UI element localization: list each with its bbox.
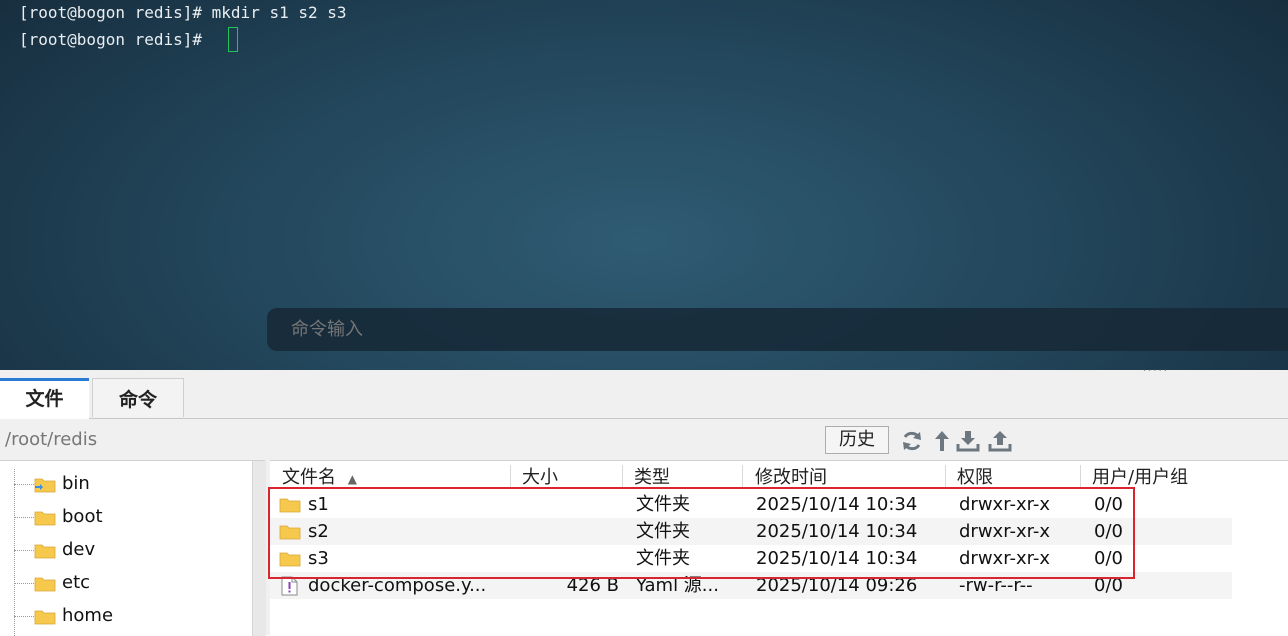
folder-link-icon <box>34 478 56 493</box>
tree-item-label: dev <box>62 539 96 560</box>
file-panel: ····· 文件 命令 历史 <box>0 367 1288 636</box>
path-field[interactable] <box>5 429 405 450</box>
folder-icon <box>34 610 56 625</box>
terminal-line: [root@bogon redis]# mkdir s1 s2 s3 <box>19 3 347 22</box>
tab-files[interactable]: 文件 <box>0 378 89 419</box>
path-bar: 历史 <box>0 419 1288 459</box>
folder-icon <box>34 577 56 592</box>
download-icon[interactable] <box>956 429 980 453</box>
sort-ascending-icon: ▲ <box>347 472 357 486</box>
tab-bar: 文件 命令 <box>0 378 1288 419</box>
column-divider[interactable] <box>945 465 946 487</box>
command-input[interactable] <box>267 308 1288 351</box>
file-owner: 0/0 <box>1094 494 1123 515</box>
file-row[interactable]: docker-compose.y... 426 B Yaml 源... 2025… <box>270 572 1232 599</box>
file-modified: 2025/10/14 09:26 <box>756 575 918 596</box>
file-name: s3 <box>308 548 329 569</box>
column-header-name[interactable]: 文件名 ▲ <box>282 461 357 488</box>
file-name: s2 <box>308 521 329 542</box>
history-button[interactable]: 历史 <box>825 426 889 454</box>
file-modified: 2025/10/14 10:34 <box>756 521 918 542</box>
folder-icon <box>34 544 56 559</box>
file-permissions: drwxr-xr-x <box>959 494 1050 515</box>
file-modified: 2025/10/14 10:34 <box>756 548 918 569</box>
up-arrow-icon[interactable] <box>930 429 954 453</box>
terminal-pane[interactable]: [root@bogon redis]# mkdir s1 s2 s3 [root… <box>0 0 1288 370</box>
upload-icon[interactable] <box>988 429 1012 453</box>
file-name: docker-compose.y... <box>308 575 487 596</box>
file-permissions: -rw-r--r-- <box>959 575 1033 596</box>
refresh-icon[interactable] <box>900 429 924 453</box>
column-header-owner[interactable]: 用户/用户组 <box>1092 461 1188 488</box>
terminal-cursor <box>228 27 238 52</box>
file-type: 文件夹 <box>636 548 690 569</box>
file-modified: 2025/10/14 10:34 <box>756 494 918 515</box>
file-type: 文件夹 <box>636 521 690 542</box>
column-divider[interactable] <box>742 465 743 487</box>
file-size: 426 B <box>566 575 619 596</box>
resize-grip[interactable]: ····· <box>1143 367 1183 377</box>
file-owner: 0/0 <box>1094 548 1123 569</box>
column-header-size[interactable]: 大小 <box>522 461 558 488</box>
file-type: 文件夹 <box>636 494 690 515</box>
column-header-permissions[interactable]: 权限 <box>957 461 993 488</box>
folder-icon <box>34 511 56 526</box>
tree-scrollbar[interactable] <box>252 461 266 636</box>
file-owner: 0/0 <box>1094 521 1123 542</box>
terminal-line: [root@bogon redis]# <box>19 30 212 49</box>
file-row[interactable]: s2 文件夹 2025/10/14 10:34 drwxr-xr-x 0/0 <box>270 518 1232 545</box>
tab-commands[interactable]: 命令 <box>92 378 184 417</box>
file-name: s1 <box>308 494 329 515</box>
tree-guide-line <box>14 469 15 636</box>
column-header-modified[interactable]: 修改时间 <box>755 461 827 488</box>
tree-item-label: boot <box>62 506 103 527</box>
column-divider[interactable] <box>1080 465 1081 487</box>
file-row[interactable]: s3 文件夹 2025/10/14 10:34 drwxr-xr-x 0/0 <box>270 545 1232 572</box>
file-list[interactable]: 文件名 ▲ 大小 类型 修改时间 权限 用户/用户组 s1 文件夹 2025/1… <box>270 460 1288 636</box>
folder-icon <box>279 552 301 567</box>
column-divider[interactable] <box>622 465 623 487</box>
tree-item-label: bin <box>62 473 90 494</box>
folder-icon <box>279 525 301 540</box>
tree-item-label: home <box>62 605 114 626</box>
file-row[interactable]: s1 文件夹 2025/10/14 10:34 drwxr-xr-x 0/0 <box>270 491 1232 518</box>
file-permissions: drwxr-xr-x <box>959 521 1050 542</box>
folder-icon <box>279 498 301 513</box>
file-owner: 0/0 <box>1094 575 1123 596</box>
yaml-file-icon <box>281 576 298 596</box>
directory-tree[interactable]: bin boot dev etc home <box>0 460 266 636</box>
tree-item-label: etc <box>62 572 91 593</box>
file-permissions: drwxr-xr-x <box>959 548 1050 569</box>
file-type: Yaml 源... <box>636 575 719 596</box>
column-divider[interactable] <box>510 465 511 487</box>
column-header-type[interactable]: 类型 <box>634 461 670 488</box>
